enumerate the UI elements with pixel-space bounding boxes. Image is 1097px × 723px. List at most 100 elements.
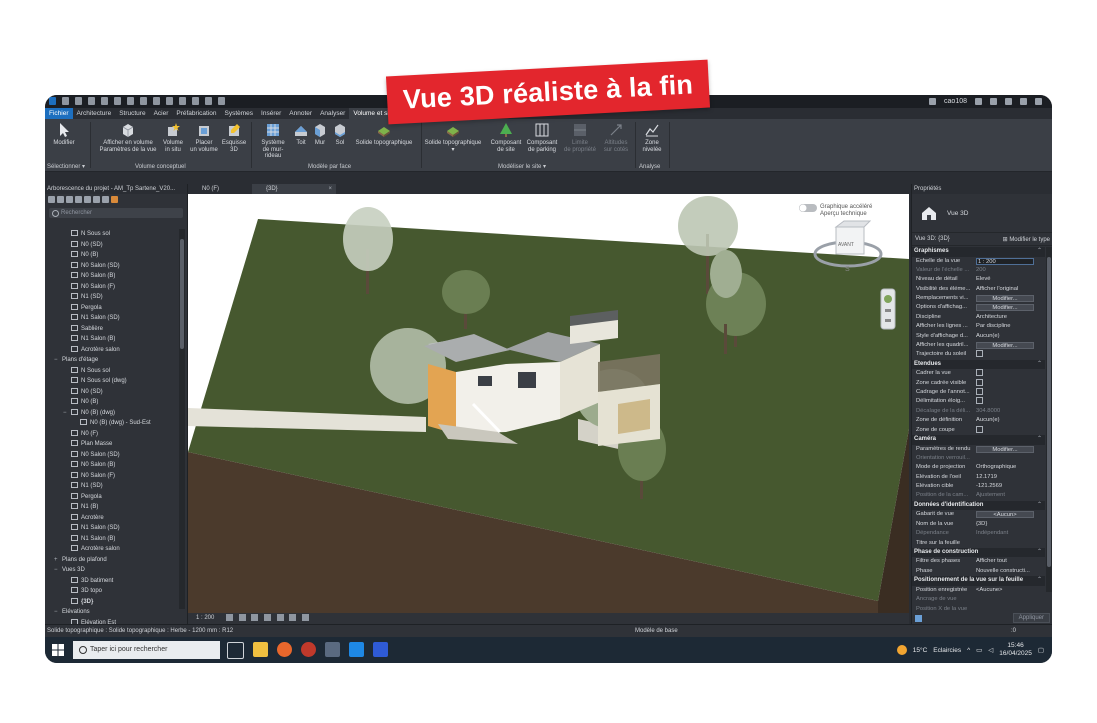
apply-button[interactable]: Appliquer	[1012, 613, 1050, 623]
browser-group[interactable]: − Vues 3D	[45, 565, 179, 576]
scroll-thumb[interactable]	[180, 239, 184, 349]
browser-view-item[interactable]: N1 Salon (B)	[45, 334, 179, 345]
weather-temp[interactable]: 15°C	[913, 647, 928, 654]
property-checkbox[interactable]	[976, 425, 1044, 435]
instance-selector[interactable]: Vue 3D: {3D} ⊞ Modifier le type	[912, 233, 1052, 246]
browser-tool-icon[interactable]	[48, 196, 55, 203]
browser-view-item[interactable]: {3D}	[45, 597, 179, 608]
browser-view-item[interactable]: Acrotère salon	[45, 544, 179, 555]
browser-view-item[interactable]: N Sous sol	[45, 366, 179, 377]
taskbar-search-input[interactable]: Taper ici pour rechercher	[73, 641, 220, 659]
property-edit-button[interactable]: <Aucun>	[976, 511, 1034, 519]
tab-n0-f[interactable]: N0 (F)×	[188, 184, 262, 194]
section-icon[interactable]	[192, 97, 199, 105]
clock[interactable]: 15:46 16/04/2025	[999, 642, 1032, 658]
browser-view-item[interactable]: N1 (SD)	[45, 481, 179, 492]
property-value[interactable]: Par discipline	[976, 322, 1044, 331]
browser-tool-icon[interactable]	[102, 196, 109, 203]
browser-view-item[interactable]: Pergola	[45, 303, 179, 314]
navigation-bar[interactable]	[880, 288, 896, 330]
browser-view-item[interactable]: N0 Salon (SD)	[45, 261, 179, 272]
browser-view-item[interactable]: Pergola	[45, 492, 179, 503]
chrome-icon[interactable]	[301, 642, 316, 657]
curtain-system-button[interactable]: Système de mur-rideau	[255, 122, 291, 160]
checkbox-icon[interactable]	[976, 397, 983, 405]
browser-view-item[interactable]: Plan Masse	[45, 439, 179, 450]
close-hidden-icon[interactable]	[205, 97, 212, 105]
property-checkbox[interactable]	[976, 397, 1044, 406]
browser-tool-icon[interactable]	[66, 196, 73, 203]
browser-tool-icon[interactable]	[84, 196, 91, 203]
show-mass-button[interactable]: Afficher en volume Paramètres de la vue	[97, 122, 159, 153]
switch-windows-icon[interactable]	[218, 97, 225, 105]
tab-insérer[interactable]: Insérer	[257, 108, 285, 119]
type-selector[interactable]: Vue 3D	[912, 194, 1052, 233]
graphics-toggle[interactable]	[799, 204, 817, 212]
browser-group[interactable]: − Elévations	[45, 607, 179, 618]
close-icon[interactable]: ×	[328, 184, 332, 194]
property-section[interactable]: Graphismes ⌃	[912, 247, 1045, 257]
firefox-icon[interactable]	[277, 642, 292, 657]
spot-elevation-button[interactable]: Altitudes sur cotés	[599, 122, 633, 153]
checkbox-icon[interactable]	[976, 378, 983, 386]
cart-icon[interactable]	[975, 98, 982, 105]
expand-icon[interactable]: −	[63, 408, 69, 419]
text-icon[interactable]	[166, 97, 173, 105]
tab-acier[interactable]: Acier	[150, 108, 173, 119]
revit-taskbar-icon[interactable]	[373, 642, 388, 657]
parking-component-button[interactable]: Composant de parking	[525, 122, 559, 153]
modify-type-button[interactable]: ⊞ Modifier le type	[1003, 236, 1050, 243]
checkbox-icon[interactable]	[976, 388, 983, 396]
tab-annoter[interactable]: Annoter	[285, 108, 316, 119]
file-explorer-icon[interactable]	[253, 642, 268, 657]
wall-by-face-button[interactable]: Mur	[312, 122, 328, 147]
property-section[interactable]: Données d'identification ⌃	[912, 500, 1045, 511]
property-checkbox[interactable]	[976, 350, 1044, 359]
browser-view-item[interactable]: N0 (B) (dwg) - Sud-Est	[45, 418, 179, 429]
3d-scene[interactable]: Graphique accéléré Aperçu technique AVAN…	[188, 194, 909, 613]
expand-icon[interactable]: +	[54, 555, 60, 566]
checkbox-icon[interactable]	[976, 369, 983, 377]
tab-analyser[interactable]: Analyser	[316, 108, 349, 119]
property-checkbox[interactable]	[976, 388, 1044, 397]
property-checkbox[interactable]	[976, 378, 1044, 388]
sketch-3d-button[interactable]: Esquisse 3D	[221, 122, 247, 153]
browser-view-item[interactable]: Sablière	[45, 324, 179, 335]
property-checkbox[interactable]	[976, 369, 1044, 378]
scale-selector[interactable]: 1 : 200	[196, 615, 214, 621]
browser-group[interactable]: − Plans d'étage	[45, 355, 179, 366]
redo-icon[interactable]	[114, 97, 121, 105]
close-icon[interactable]	[1035, 98, 1042, 105]
task-view-icon[interactable]	[227, 642, 244, 659]
volume-icon[interactable]: ◁	[988, 646, 993, 654]
modify-button[interactable]: Modifier	[51, 122, 77, 147]
print-icon[interactable]	[127, 97, 134, 105]
browser-view-item[interactable]: N1 Salon (B)	[45, 534, 179, 545]
tray-chevron-icon[interactable]: ^	[967, 647, 970, 654]
property-value[interactable]: Architecture	[976, 313, 1044, 322]
weather-text[interactable]: Eclaircies	[933, 647, 961, 654]
tab-architecture[interactable]: Architecture	[73, 108, 116, 119]
browser-view-item[interactable]: N1 Salon (SD)	[45, 313, 179, 324]
maximize-icon[interactable]	[1020, 98, 1027, 105]
notification-icon[interactable]: ▢	[1038, 646, 1044, 654]
weather-icon[interactable]	[896, 645, 907, 655]
roof-by-face-button[interactable]: Toit	[293, 122, 309, 147]
browser-tool-icon[interactable]	[93, 196, 100, 203]
property-section[interactable]: Phase de construction ⌃	[912, 547, 1045, 558]
collapse-icon[interactable]: ⌃	[1037, 360, 1042, 370]
browser-group[interactable]: + Plans de plafond	[45, 555, 179, 566]
3d-view-icon[interactable]	[179, 97, 186, 105]
expand-icon[interactable]: −	[54, 607, 60, 618]
property-value[interactable]: Nouvelle constructi...	[976, 567, 1044, 576]
property-input[interactable]: 1 : 200	[976, 257, 1034, 265]
property-value[interactable]: 12.1719	[976, 473, 1044, 482]
network-icon[interactable]: ▭	[976, 646, 982, 654]
browser-view-item[interactable]: N0 (F)	[45, 429, 179, 440]
property-value[interactable]: Orthographique	[976, 463, 1044, 472]
dimension-icon[interactable]	[153, 97, 160, 105]
properties-help-icon[interactable]	[915, 614, 922, 622]
property-edit-button[interactable]: Modifier...	[976, 445, 1034, 453]
browser-view-item[interactable]: N0 (B)	[45, 250, 179, 261]
revit-logo-icon[interactable]	[49, 97, 56, 105]
